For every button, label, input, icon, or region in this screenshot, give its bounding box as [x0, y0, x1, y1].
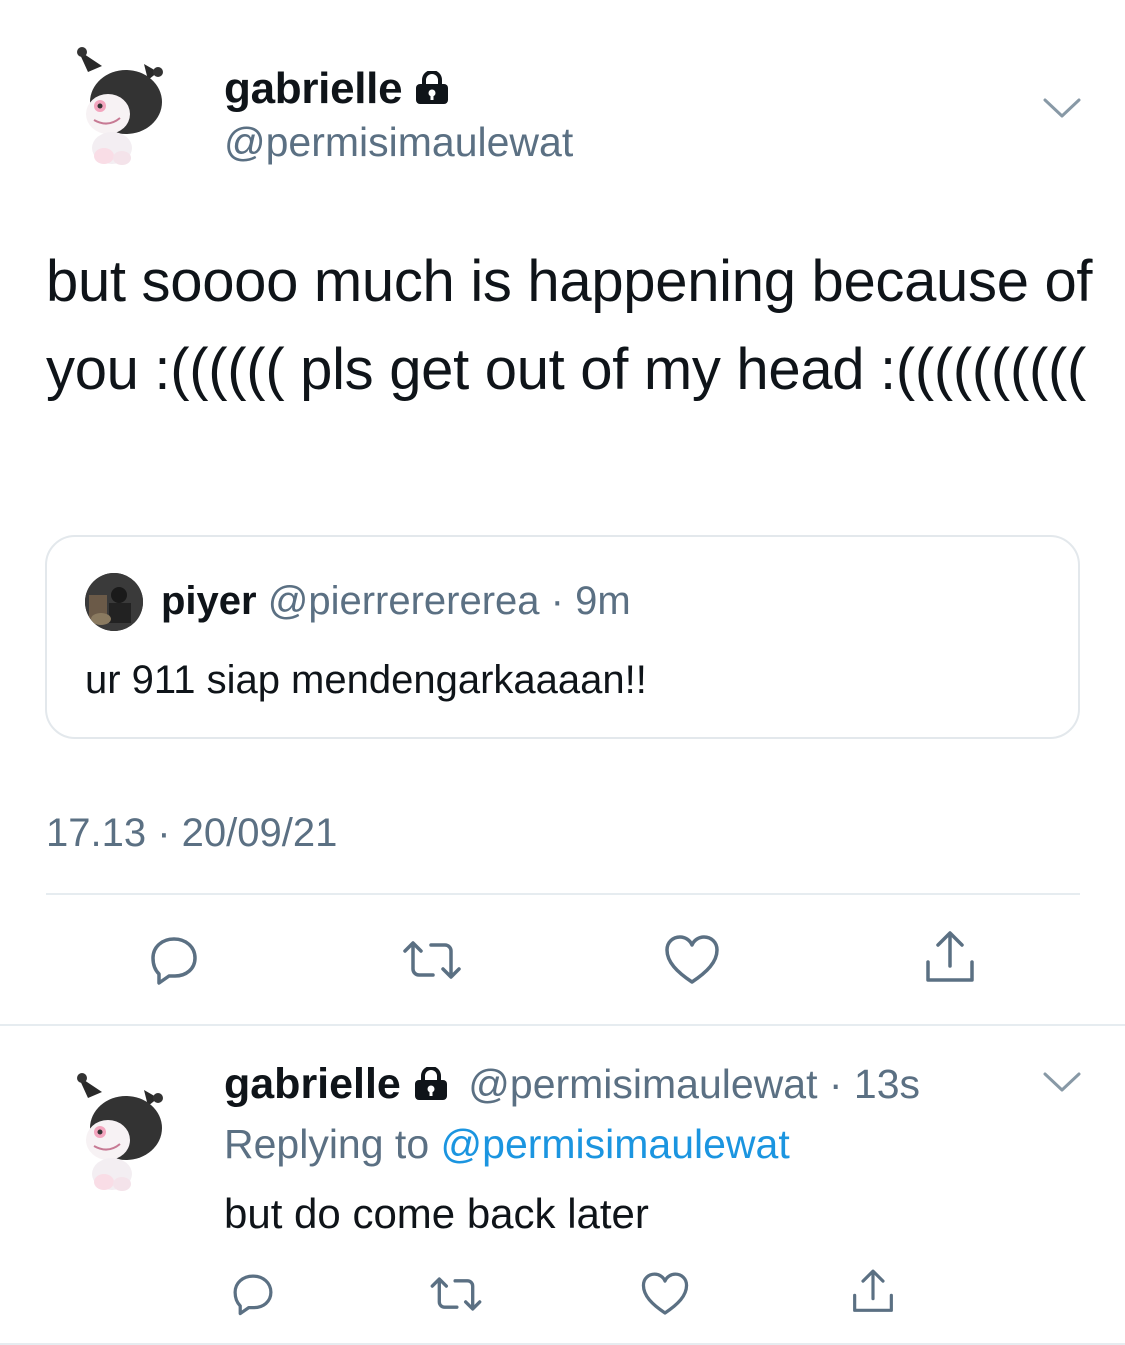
share-icon [853, 1269, 893, 1312]
timestamp[interactable]: 17.13 · 20/09/21 [46, 808, 337, 858]
quoted-avatar [85, 573, 143, 631]
chevron-down-icon[interactable] [1042, 96, 1082, 127]
retweet-icon [403, 941, 461, 979]
reply-meta: @permisimaulewat · 13s [468, 1061, 921, 1107]
quoted-display-name[interactable]: piyer [161, 579, 257, 623]
share-button[interactable] [842, 1262, 904, 1322]
retweet-icon [430, 1277, 482, 1311]
quoted-avatar-image-icon [85, 573, 143, 631]
reply-icon [151, 937, 197, 985]
reply-display-name[interactable]: gabrielle [224, 1060, 401, 1108]
share-icon [926, 931, 974, 982]
handle[interactable]: @permisimaulewat [224, 118, 573, 166]
retweet-button[interactable] [420, 1266, 492, 1322]
lock-icon [413, 1061, 449, 1113]
replying-mention-link[interactable]: @permisimaulewat [441, 1121, 790, 1167]
quoted-text: ur 911 siap mendengarkaaaan!! [85, 658, 647, 702]
divider [0, 1024, 1125, 1026]
display-name-text: gabrielle [224, 64, 403, 113]
quoted-meta: @pierrerererea · 9m [267, 579, 631, 623]
reply-header: gabrielle @permisimaulewat · 13s [224, 1058, 920, 1113]
kuromi-avatar-icon [77, 1073, 163, 1191]
retweet-button[interactable] [392, 928, 472, 992]
replying-prefix: Replying to [224, 1121, 441, 1167]
divider [46, 893, 1080, 895]
reply-text: but do come back later [224, 1190, 649, 1237]
tweet-text: but soooo much is happening because of y… [46, 249, 1093, 402]
replying-to: Replying to @permisimaulewat [224, 1118, 790, 1170]
heart-icon [641, 1272, 689, 1315]
display-name[interactable]: gabrielle [224, 64, 450, 116]
avatar[interactable] [74, 1070, 170, 1200]
like-button[interactable] [656, 928, 728, 992]
lock-icon [414, 66, 450, 116]
reply-button[interactable] [222, 1266, 284, 1322]
avatar[interactable] [74, 44, 170, 174]
kuromi-avatar-icon [77, 47, 163, 165]
like-button[interactable] [634, 1266, 696, 1322]
heart-icon [665, 935, 719, 984]
share-button[interactable] [914, 924, 986, 992]
reply-button[interactable] [138, 928, 210, 992]
quoted-tweet[interactable]: piyer @pierrerererea · 9m ur 911 siap me… [45, 535, 1080, 739]
reply-icon [233, 1274, 273, 1316]
chevron-down-icon[interactable] [1042, 1070, 1082, 1101]
quoted-header: piyer @pierrerererea · 9m [161, 575, 631, 627]
